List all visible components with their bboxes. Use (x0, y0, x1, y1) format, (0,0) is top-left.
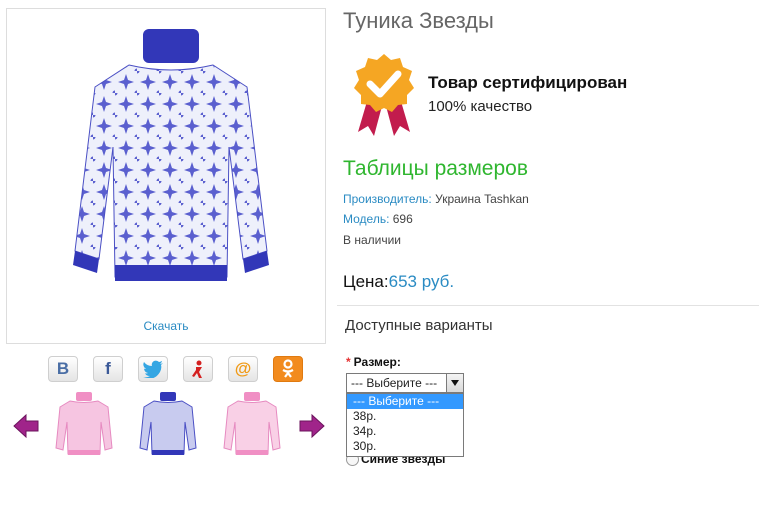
arrow-right-icon[interactable] (298, 412, 326, 440)
price-label: Цена: (343, 272, 389, 291)
size-select-value: --- Выберите --- (351, 376, 438, 390)
thumbnail-blue[interactable] (138, 390, 198, 458)
quality-text: 100% качество (428, 98, 533, 115)
price: Цена:653 руб. (343, 272, 454, 292)
vk-icon: В (56, 359, 70, 378)
size-label: * Размер: (346, 355, 401, 369)
size-select[interactable]: --- Выберите --- (346, 373, 464, 393)
ya-icon (192, 360, 202, 378)
model-value: 696 (392, 212, 413, 226)
size-label-text: Размер: (353, 355, 401, 369)
manufacturer-link[interactable]: Производитель: (343, 192, 432, 206)
odnoklassniki-icon (282, 359, 294, 378)
ya-share-button[interactable] (183, 356, 213, 382)
thumbnail-carousel (0, 390, 335, 462)
variants-heading: Доступные варианты (345, 317, 493, 334)
size-tables-link[interactable]: Таблицы размеров (343, 157, 528, 181)
mail-share-button[interactable]: @ (228, 356, 258, 382)
vk-share-button[interactable]: В (48, 356, 78, 382)
stock-status: В наличии (343, 233, 402, 247)
size-option[interactable]: 38р. (347, 409, 463, 424)
odnoklassniki-share-button[interactable] (273, 356, 303, 382)
thumbnail-pink-2[interactable] (222, 390, 282, 458)
main-image-frame: Скачать (6, 8, 326, 344)
mail-at-icon: @ (234, 359, 252, 378)
manufacturer-value: Украина Tashkan (435, 192, 529, 206)
model-line: Модель: 696 (343, 212, 413, 226)
twitter-share-button[interactable] (138, 356, 168, 382)
download-link[interactable]: Скачать (7, 319, 325, 333)
model-label: Модель: (343, 212, 390, 226)
divider (337, 305, 759, 306)
thumbnail-pink-1[interactable] (54, 390, 114, 458)
size-option[interactable]: 34р. (347, 424, 463, 439)
price-value: 653 руб. (388, 272, 455, 291)
arrow-left-icon[interactable] (12, 412, 40, 440)
twitter-bird-icon (143, 360, 163, 379)
manufacturer-line: Производитель: Украина Tashkan (343, 192, 529, 206)
product-title: Туника Звезды (343, 8, 494, 33)
sweater-image[interactable] (71, 27, 271, 299)
certified-title: Товар сертифицирован (428, 73, 628, 92)
certified-badge-icon (354, 54, 414, 136)
chevron-down-icon[interactable] (446, 374, 463, 392)
facebook-share-button[interactable]: f (93, 356, 123, 382)
required-mark: * (346, 355, 351, 369)
facebook-icon: f (105, 359, 111, 378)
size-option[interactable]: --- Выберите --- (347, 394, 463, 409)
size-option[interactable]: 30р. (347, 439, 463, 454)
size-dropdown-list: --- Выберите --- 38р. 34р. 30р. (346, 393, 464, 457)
